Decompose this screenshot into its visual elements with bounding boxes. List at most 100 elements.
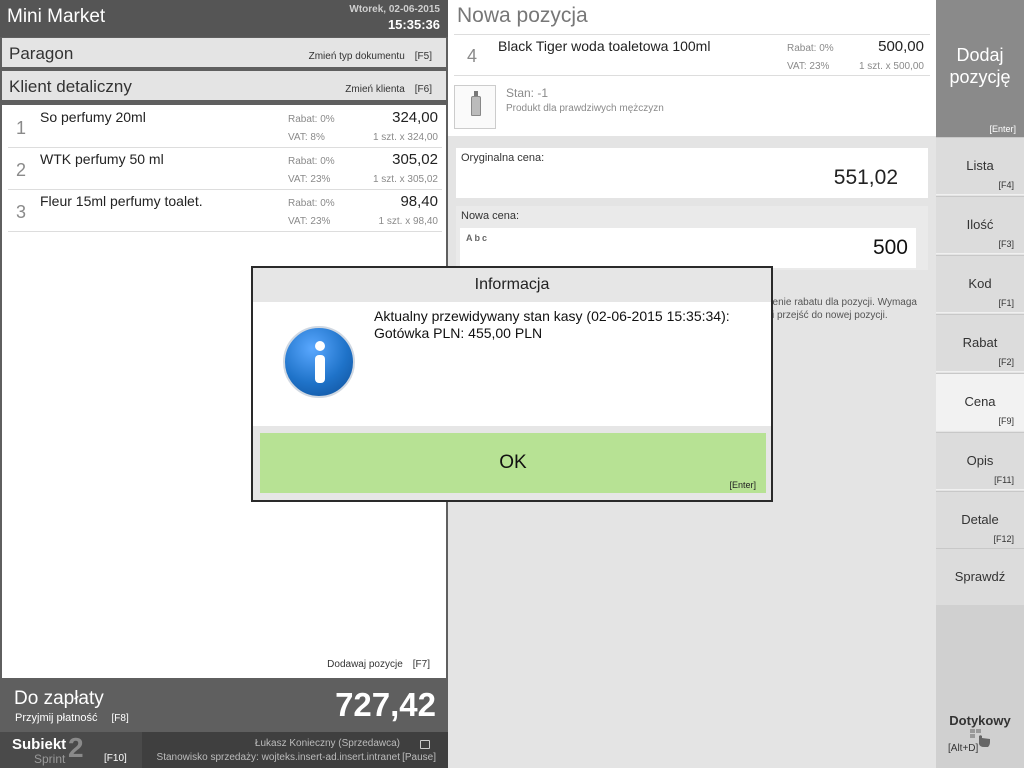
description-button-label: Opis <box>966 453 994 468</box>
item-price: 305,02 <box>392 151 438 168</box>
amount-due-label: Do zapłaty <box>14 688 104 709</box>
keyboard-abc-icon[interactable]: Abc <box>466 233 489 243</box>
brand-menu-key: [F10] <box>104 753 127 764</box>
list-item[interactable]: 1 So perfumy 20ml Rabat: 0% VAT: 8% 324,… <box>8 106 442 148</box>
new-position-header: Nowa pozycja 4 Black Tiger woda toaletow… <box>448 0 936 136</box>
app-header: Mini Market Wtorek, 02-06-2015 15:35:36 <box>0 0 448 37</box>
item-vat: VAT: 23% <box>288 174 331 185</box>
brand-menu-button[interactable]: 2 Subiekt Sprint [F10] <box>0 732 142 768</box>
new-position-item: 4 Black Tiger woda toaletowa 100ml Rabat… <box>454 34 930 76</box>
item-price: 98,40 <box>400 193 438 210</box>
item-discount: Rabat: 0% <box>787 43 834 54</box>
info-dialog: Informacja Aktualny przewidywany stan ka… <box>251 266 773 502</box>
quantity-button[interactable]: Ilość [F3] <box>936 196 1024 254</box>
item-number: 3 <box>16 202 27 222</box>
client-row: Klient detaliczny Zmień klienta [F6] <box>2 71 446 102</box>
code-button-label: Kod <box>968 276 992 291</box>
item-vat: VAT: 23% <box>288 216 331 227</box>
details-button-key: [F12] <box>993 534 1014 544</box>
ok-button-key: [Enter] <box>729 480 756 490</box>
item-number: 4 <box>467 46 478 66</box>
product-stock: Stan: -1 <box>506 86 549 100</box>
item-quantity: 1 szt. x 500,00 <box>858 61 924 72</box>
touch-mode-label: Dotykowy <box>949 713 1011 728</box>
change-client-button[interactable]: Zmień klienta [F6] <box>345 84 432 95</box>
code-button[interactable]: Kod [F1] <box>936 255 1024 313</box>
new-position-title: Nowa pozycja <box>457 4 588 27</box>
ok-button[interactable]: OK [Enter] <box>260 433 766 493</box>
item-quantity: 1 szt. x 98,40 <box>378 216 438 227</box>
item-price: 324,00 <box>392 109 438 126</box>
ok-button-area: OK [Enter] <box>253 426 771 500</box>
product-thumbnail <box>454 85 496 129</box>
original-price-value: 551,02 <box>833 166 898 189</box>
item-vat: VAT: 23% <box>787 61 830 72</box>
amount-due-total: 727,42 <box>335 686 436 723</box>
item-name: Black Tiger woda toaletowa 100ml <box>498 38 711 54</box>
pause-key: [Pause] <box>402 752 436 763</box>
add-position-main-button[interactable]: Dodaj pozycję [Enter] <box>936 0 1024 137</box>
touch-mode-key: [Alt+D] <box>948 743 979 754</box>
accept-payment-button[interactable]: Przyjmij płatność [F8] <box>15 712 129 724</box>
add-position-button[interactable]: Dodawaj pozycje [F7] <box>327 659 430 670</box>
quantity-button-label: Ilość <box>966 217 994 232</box>
add-position-main-key: [Enter] <box>989 124 1016 134</box>
price-hint-line: dzenie rabatu dla pozycji. Wymaga <box>762 297 917 308</box>
price-button[interactable]: Cena [F9] <box>936 373 1024 431</box>
brand-logo-number: 2 <box>68 732 84 763</box>
change-document-type-button[interactable]: Zmień typ dokumentu [F5] <box>309 51 432 62</box>
item-discount: Rabat: 0% <box>288 156 335 167</box>
details-button[interactable]: Detale [F12] <box>936 491 1024 549</box>
current-user: Łukasz Konieczny (Sprzedawca) <box>254 738 400 749</box>
price-hint-line: ić i przejść do nowej pozycji. <box>762 310 888 321</box>
details-button-label: Detale <box>961 512 999 527</box>
document-type-label: Paragon <box>9 44 74 63</box>
list-button-key: [F4] <box>998 180 1014 190</box>
code-button-key: [F1] <box>998 298 1014 308</box>
change-document-type-label: Zmień typ dokumentu <box>308 51 405 62</box>
action-sidebar: Dodaj pozycję [Enter] Lista [F4] Ilość [… <box>936 0 1024 768</box>
dialog-message-line: Gotówka PLN: 455,00 PLN <box>374 325 543 341</box>
item-number: 1 <box>16 118 27 138</box>
item-name: So perfumy 20ml <box>40 109 146 125</box>
item-vat: VAT: 8% <box>288 132 325 143</box>
accept-payment-key: [F8] <box>111 713 129 724</box>
product-description: Produkt dla prawdziwych mężczyzn <box>506 103 664 114</box>
quantity-button-key: [F3] <box>998 239 1014 249</box>
add-position-main-label-line1: Dodaj <box>956 45 1004 65</box>
price-button-label: Cena <box>964 394 996 409</box>
check-button[interactable]: Sprawdź <box>936 548 1024 606</box>
change-client-key: [F6] <box>414 84 432 95</box>
list-button[interactable]: Lista [F4] <box>936 137 1024 195</box>
new-price-box: Nowa cena: Abc <box>456 206 928 270</box>
brand-logo: Subiekt <box>12 736 67 753</box>
dialog-message-line: Aktualny przewidywany stan kasy (02-06-2… <box>374 308 730 324</box>
new-price-input[interactable] <box>460 228 916 268</box>
discount-button[interactable]: Rabat [F2] <box>936 314 1024 372</box>
list-item[interactable]: 3 Fleur 15ml perfumy toalet. Rabat: 0% V… <box>8 190 442 232</box>
item-number: 2 <box>16 160 27 180</box>
lock-icon[interactable] <box>420 740 430 749</box>
change-document-type-key: [F5] <box>414 51 432 62</box>
new-price-label: Nowa cena: <box>461 210 520 222</box>
item-discount: Rabat: 0% <box>288 114 335 125</box>
touch-mode-button[interactable]: Dotykowy [Alt+D] <box>936 605 1024 768</box>
item-quantity: 1 szt. x 305,02 <box>372 174 438 185</box>
document-type-row: Paragon Zmień typ dokumentu [F5] <box>2 38 446 69</box>
list-item[interactable]: 2 WTK perfumy 50 ml Rabat: 0% VAT: 23% 3… <box>8 148 442 190</box>
discount-button-key: [F2] <box>998 357 1014 367</box>
add-position-label: Dodawaj pozycje <box>327 659 403 670</box>
description-button[interactable]: Opis [F11] <box>936 432 1024 490</box>
brand-logo-sub: Sprint <box>34 752 66 766</box>
original-price-box: Oryginalna cena: 551,02 <box>456 148 928 198</box>
item-name: Fleur 15ml perfumy toalet. <box>40 193 203 209</box>
check-button-label: Sprawdź <box>954 569 1006 584</box>
accept-payment-label: Przyjmij płatność <box>15 712 98 724</box>
discount-button-label: Rabat <box>962 335 998 350</box>
sales-station: Stanowisko sprzedaży: wojteks.insert-ad.… <box>156 752 400 763</box>
payment-bar[interactable]: Do zapłaty Przyjmij płatność [F8] 727,42 <box>0 678 448 732</box>
item-name: WTK perfumy 50 ml <box>40 151 164 167</box>
add-position-main-label: Dodaj pozycję <box>936 44 1024 88</box>
info-icon <box>283 326 355 398</box>
add-position-main-label-line2: pozycję <box>949 67 1011 87</box>
